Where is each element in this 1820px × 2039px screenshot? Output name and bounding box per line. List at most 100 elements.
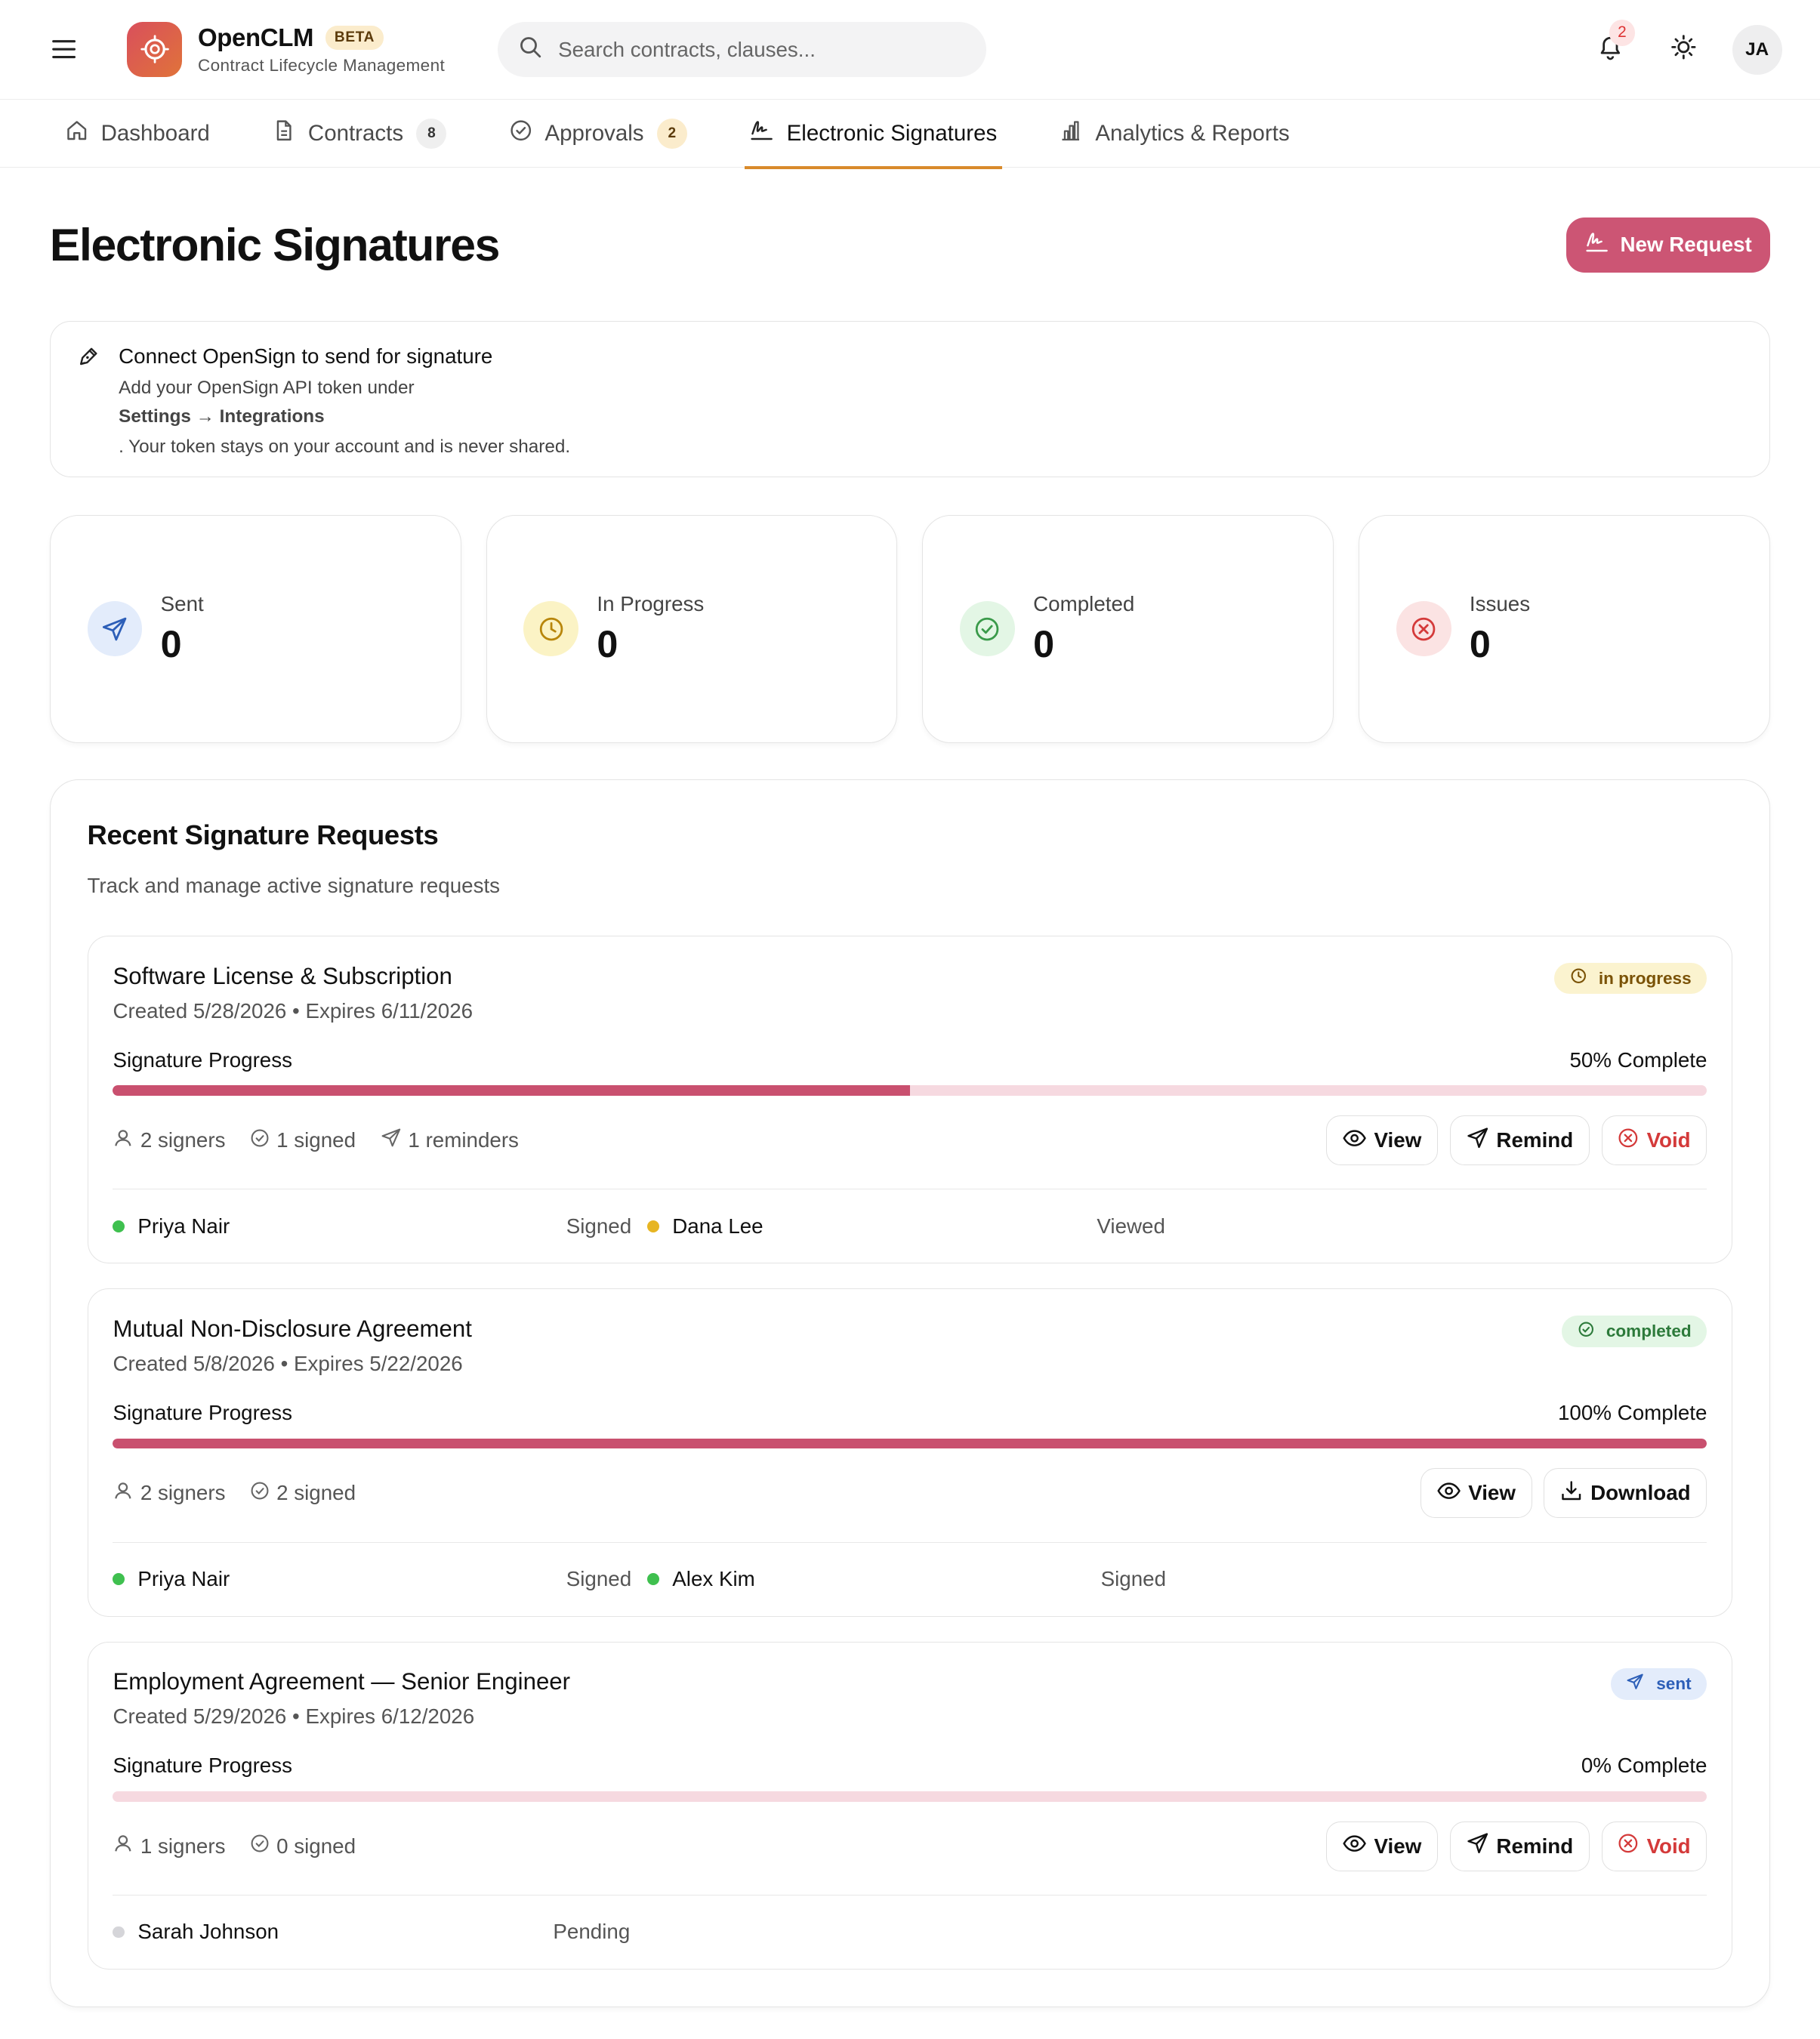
signed-count: 2 signed	[250, 1481, 356, 1506]
progress-percent: 0% Complete	[1581, 1754, 1707, 1778]
document-icon	[273, 119, 308, 147]
new-request-label: New Request	[1620, 233, 1752, 257]
progress-label: Signature Progress	[113, 1754, 292, 1778]
view-button[interactable]: View	[1326, 1115, 1439, 1166]
notification-count-badge: 2	[1609, 20, 1636, 46]
stat-label: Completed	[1033, 591, 1135, 615]
progress-bar	[113, 1438, 1707, 1449]
main-nav: Dashboard Contracts 8 Approvals 2 Electr…	[0, 100, 1820, 169]
request-dates: Created 5/8/2026 • Expires 5/22/2026	[113, 1352, 463, 1376]
button-label: Void	[1646, 1128, 1691, 1152]
progress-percent: 50% Complete	[1569, 1047, 1707, 1072]
new-request-button[interactable]: New Request	[1566, 217, 1770, 273]
stat-card-issues: Issues 0	[1359, 514, 1770, 743]
notice-title: Connect OpenSign to send for signature	[119, 344, 493, 368]
progress-fill	[113, 1438, 1707, 1449]
remind-button[interactable]: Remind	[1449, 1115, 1590, 1166]
user-avatar[interactable]: JA	[1732, 24, 1782, 75]
stat-label: Issues	[1469, 591, 1531, 615]
signed-count: 1 signed	[250, 1128, 356, 1153]
tab-approvals[interactable]: Approvals 2	[504, 100, 693, 168]
progress-bar	[113, 1791, 1707, 1802]
tab-label: Contracts	[307, 120, 404, 146]
tab-analytics-reports[interactable]: Analytics & Reports	[1055, 100, 1295, 168]
signer-name: Alex Kim	[672, 1567, 755, 1591]
user-icon	[113, 1127, 140, 1154]
signed-count: 0 signed	[250, 1834, 356, 1859]
status-badge: in progress	[1553, 962, 1707, 995]
signers-count: 2 signers	[113, 1480, 225, 1507]
signer-list: Priya Nair Signed Dana Lee Viewed	[113, 1189, 1707, 1263]
home-icon	[66, 119, 101, 147]
tab-contracts[interactable]: Contracts 8	[267, 100, 452, 168]
settings-integrations-link[interactable]: Settings → Integrations	[119, 406, 1743, 427]
section-subtitle: Track and manage active signature reques…	[87, 873, 501, 897]
signers-text: 2 signers	[140, 1128, 226, 1152]
send-icon	[1467, 1127, 1497, 1154]
button-label: Download	[1590, 1481, 1691, 1505]
reminders-count: 1 reminders	[381, 1127, 519, 1154]
opensign-notice: Connect OpenSign to send for signature A…	[49, 321, 1770, 477]
reminders-text: 1 reminders	[408, 1128, 519, 1152]
tab-label: Analytics & Reports	[1095, 120, 1290, 146]
tab-label: Electronic Signatures	[786, 120, 998, 146]
signer-state: Viewed	[1097, 1214, 1165, 1238]
progress-percent: 100% Complete	[1558, 1401, 1707, 1425]
notice-line-1: Add your OpenSign API token under	[119, 377, 415, 398]
brand: OpenCLM BETA Contract Lifecycle Manageme…	[198, 23, 445, 76]
sun-icon	[1670, 34, 1697, 66]
view-button[interactable]: View	[1420, 1468, 1532, 1519]
status-dot	[647, 1220, 659, 1232]
tab-dashboard[interactable]: Dashboard	[60, 100, 215, 168]
download-icon	[1560, 1479, 1590, 1507]
eye-icon	[1343, 1834, 1374, 1859]
theme-toggle-button[interactable]	[1659, 25, 1709, 75]
status-text: in progress	[1598, 968, 1692, 988]
status-dot	[647, 1573, 659, 1585]
status-badge: completed	[1561, 1316, 1707, 1347]
approvals-count-badge: 2	[656, 119, 687, 149]
remind-button[interactable]: Remind	[1449, 1821, 1590, 1871]
view-button[interactable]: View	[1326, 1821, 1439, 1871]
recent-requests-panel: Recent Signature Requests Track and mana…	[49, 779, 1770, 2007]
request-card: Software License & Subscription Created …	[87, 936, 1733, 1264]
tab-electronic-signatures[interactable]: Electronic Signatures	[745, 100, 1002, 169]
signer-item: Alex Kim	[647, 1567, 1100, 1591]
user-icon	[113, 1833, 140, 1859]
signer-name: Priya Nair	[137, 1214, 230, 1238]
notice-line-2: . Your token stays on your account and i…	[119, 436, 571, 458]
beta-badge: BETA	[325, 25, 384, 51]
void-button[interactable]: Void	[1601, 1115, 1707, 1166]
request-dates: Created 5/28/2026 • Expires 6/11/2026	[113, 998, 474, 1023]
menu-icon[interactable]	[50, 35, 79, 63]
progress-bar	[113, 1085, 1707, 1097]
signers-count: 1 signers	[113, 1833, 225, 1859]
signers-text: 2 signers	[140, 1481, 226, 1505]
search-input[interactable]	[558, 37, 952, 62]
status-dot	[113, 1573, 125, 1585]
stats-row: Sent 0 In Progress 0 Completed 0 Issues …	[0, 514, 1820, 743]
signer-item: Dana Lee	[647, 1214, 1097, 1239]
signer-item: Priya Nair	[113, 1214, 566, 1239]
send-icon	[381, 1127, 408, 1154]
x-circle-icon	[1618, 1833, 1646, 1859]
send-icon	[1626, 1673, 1656, 1695]
signature-icon	[750, 119, 787, 147]
check-circle-icon	[510, 119, 545, 147]
button-label: View	[1374, 1834, 1422, 1858]
request-title[interactable]: Employment Agreement — Senior Engineer	[113, 1668, 570, 1695]
request-title[interactable]: Software License & Subscription	[113, 963, 473, 990]
logo-icon[interactable]	[127, 22, 183, 77]
signed-text: 0 signed	[276, 1834, 356, 1858]
search-bar[interactable]	[498, 22, 987, 78]
download-button[interactable]: Download	[1544, 1468, 1707, 1519]
check-circle-icon	[250, 1481, 276, 1506]
status-badge: sent	[1610, 1668, 1707, 1700]
request-title[interactable]: Mutual Non-Disclosure Agreement	[113, 1316, 471, 1343]
notifications-button[interactable]: 2	[1585, 20, 1636, 75]
request-card: Employment Agreement — Senior Engineer C…	[87, 1641, 1733, 1970]
bar-chart-icon	[1060, 119, 1095, 147]
stat-card-completed: Completed 0	[922, 514, 1334, 743]
check-circle-icon	[250, 1128, 276, 1153]
void-button[interactable]: Void	[1601, 1821, 1707, 1871]
